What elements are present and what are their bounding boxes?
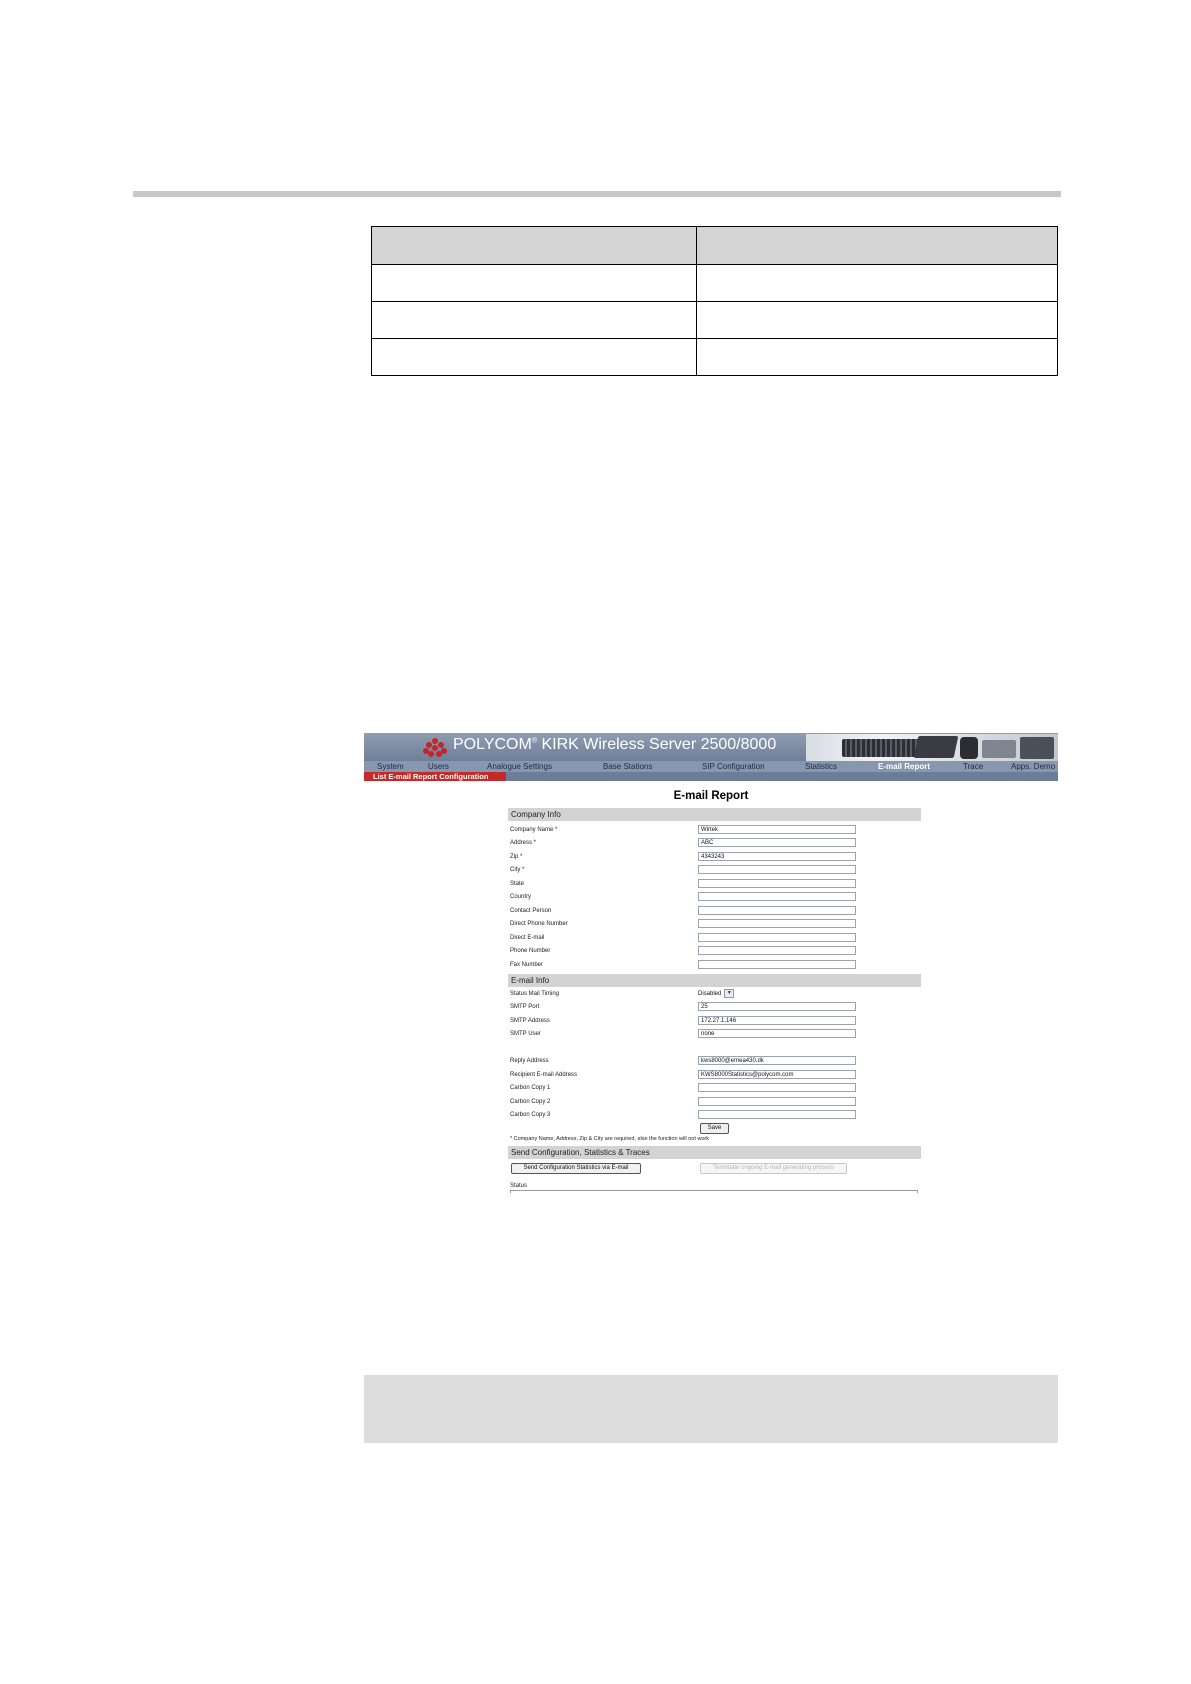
table-cell	[371, 301, 697, 339]
country-field[interactable]	[698, 892, 856, 901]
direct-phone-label: Direct Phone Number	[510, 921, 568, 927]
table-cell	[371, 264, 697, 302]
email-report-screenshot: POLYCOM® KIRK Wireless Server 2500/8000 …	[364, 733, 1058, 1193]
status-box	[510, 1190, 918, 1193]
table-row	[371, 264, 1058, 302]
carbon-copy-2-field[interactable]	[698, 1097, 856, 1106]
sub-nav: List E-mail Report Configuration	[364, 772, 1058, 781]
smtp-address-field[interactable]: 172.27.1.146	[698, 1016, 856, 1025]
table-row	[371, 301, 1058, 339]
hardware-image	[806, 734, 1058, 761]
terminate-process-button[interactable]: Terminate ongoing E-mail generating proc…	[700, 1163, 847, 1174]
nav-statistics[interactable]: Statistics	[805, 761, 837, 772]
tab-list-email-report-configuration[interactable]: List E-mail Report Configuration	[364, 772, 506, 781]
nav-system[interactable]: System	[377, 761, 404, 772]
nav-apps-demo[interactable]: Apps. Demo	[1011, 761, 1055, 772]
smtp-port-field[interactable]: 25	[698, 1002, 856, 1011]
reply-address-field[interactable]: kws8000@emea430.dk	[698, 1056, 856, 1065]
fax-number-field[interactable]	[698, 960, 856, 969]
section-company-info: Company Info	[508, 808, 921, 821]
product-name: KIRK Wireless Server 2500/8000	[537, 736, 777, 753]
carbon-copy-3-field[interactable]	[698, 1110, 856, 1119]
status-mail-timing-select[interactable]: Disabled ▼	[698, 989, 740, 998]
nav-base-stations[interactable]: Base Stations	[603, 761, 652, 772]
table-cell	[371, 226, 697, 265]
polycom-logo-icon	[423, 738, 447, 757]
parameter-table	[371, 226, 1058, 376]
table-header-row	[371, 226, 1058, 265]
city-label: City *	[510, 867, 525, 873]
nav-analogue-settings[interactable]: Analogue Settings	[487, 761, 552, 772]
nav-users[interactable]: Users	[428, 761, 449, 772]
recipient-label: Recipient E-mail Address	[510, 1072, 578, 1078]
company-name-label: Company Name *	[510, 827, 558, 833]
phone-number-label: Phone Number	[510, 948, 551, 954]
section-send: Send Configuration, Statistics & Traces	[508, 1146, 921, 1159]
send-configuration-button[interactable]: Send Configuration Statistics via E-mail	[511, 1163, 641, 1174]
header-rule	[133, 191, 1061, 197]
address-label: Address *	[510, 840, 537, 846]
fax-number-label: Fax Number	[510, 962, 544, 968]
note-box	[364, 1375, 1058, 1443]
nav-sip-configuration[interactable]: SIP Configuration	[702, 761, 765, 772]
main-nav: System Users Analogue Settings Base Stat…	[364, 761, 1058, 772]
table-row	[371, 338, 1058, 376]
smtp-port-label: SMTP Port	[510, 1004, 540, 1010]
chevron-down-icon[interactable]: ▼	[724, 989, 735, 998]
save-button[interactable]: Save	[700, 1123, 729, 1134]
table-cell	[696, 301, 1058, 339]
zip-field[interactable]: 4343243	[698, 852, 856, 861]
page-title: E-mail Report	[673, 790, 749, 802]
contact-person-label: Contact Person	[510, 908, 552, 914]
table-cell	[696, 264, 1058, 302]
required-fields-note: * Company Name, Address, Zip & City are …	[510, 1136, 710, 1142]
nav-trace[interactable]: Trace	[963, 761, 983, 772]
status-label: Status	[510, 1183, 528, 1189]
status-mail-timing-label: Status Mail Timing	[510, 991, 560, 997]
company-name-field[interactable]: Wirtek	[698, 825, 856, 834]
status-mail-timing-value: Disabled	[698, 991, 722, 998]
carbon-copy-2-label: Carbon Copy 2	[510, 1099, 551, 1105]
state-label: State	[510, 881, 525, 887]
phone-number-field[interactable]	[698, 946, 856, 955]
nav-email-report[interactable]: E-mail Report	[878, 761, 930, 772]
direct-phone-field[interactable]	[698, 919, 856, 928]
brand-name: POLYCOM	[453, 736, 532, 753]
smtp-user-label: SMTP User	[510, 1031, 541, 1037]
direct-email-label: Direct E-mail	[510, 935, 545, 941]
table-cell	[371, 338, 697, 376]
table-cell	[696, 226, 1058, 265]
carbon-copy-1-field[interactable]	[698, 1083, 856, 1092]
carbon-copy-1-label: Carbon Copy 1	[510, 1085, 551, 1091]
carbon-copy-3-label: Carbon Copy 3	[510, 1112, 551, 1118]
app-banner: POLYCOM® KIRK Wireless Server 2500/8000	[364, 733, 1058, 761]
zip-label: Zip *	[510, 854, 523, 860]
product-title: POLYCOM® KIRK Wireless Server 2500/8000	[453, 736, 776, 754]
smtp-address-label: SMTP Address	[510, 1018, 550, 1024]
country-label: Country	[510, 894, 532, 900]
table-cell	[696, 338, 1058, 376]
address-field[interactable]: ABC	[698, 838, 856, 847]
smtp-user-field[interactable]: none	[698, 1029, 856, 1038]
section-email-info: E-mail Info	[508, 974, 921, 987]
state-field[interactable]	[698, 879, 856, 888]
city-field[interactable]	[698, 865, 856, 874]
recipient-field[interactable]: KWS8000Statistics@polycom.com	[698, 1070, 856, 1079]
contact-person-field[interactable]	[698, 906, 856, 915]
reply-address-label: Reply Address	[510, 1058, 549, 1064]
direct-email-field[interactable]	[698, 933, 856, 942]
